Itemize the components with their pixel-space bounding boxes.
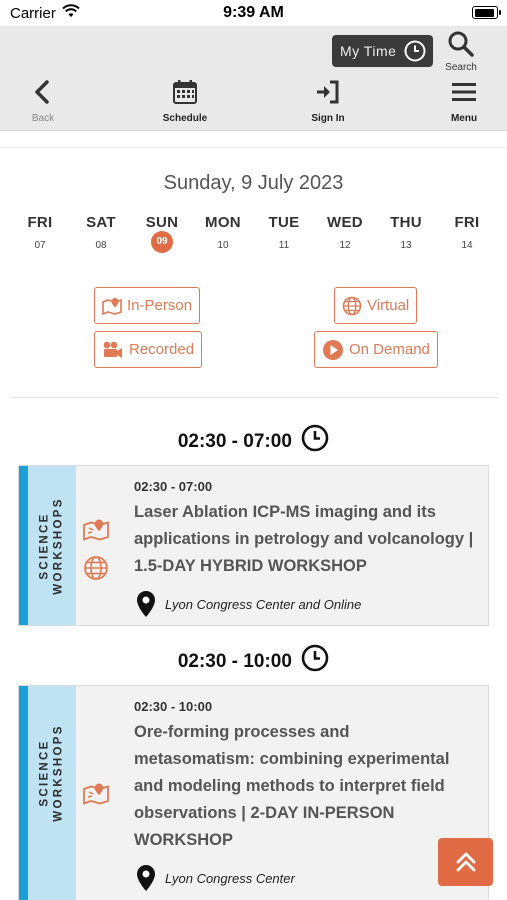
play-circle-icon (323, 339, 343, 360)
map-pin-icon (83, 519, 109, 541)
status-time: 9:39 AM (223, 4, 284, 21)
in-person-filter-button[interactable]: In-Person (94, 287, 201, 324)
day-sun-09-selected[interactable]: SUN 09 (137, 214, 187, 253)
chevron-left-icon (35, 80, 49, 104)
event-title[interactable]: Laser Ablation ICP-MS imaging and its ap… (134, 499, 486, 580)
date-title: Sunday, 9 July 2023 (163, 172, 344, 194)
search-icon (448, 31, 474, 57)
time-group-heading: 02:30 - 10:00 (0, 644, 507, 673)
back-label: Back (31, 113, 55, 124)
hamburger-icon (452, 83, 476, 101)
search-button[interactable]: Search (440, 30, 482, 73)
clock-icon (404, 40, 426, 62)
menu-label: Menu (450, 113, 478, 124)
day-fri-07[interactable]: FRI 07 (15, 214, 65, 257)
day-fri-14[interactable]: FRI 14 (442, 214, 492, 257)
event-card[interactable]: SCIENCE WORKSHOPS 02:30 - 07:00 Laser Ab… (18, 465, 489, 626)
app-header: My Time Search Back Schedule Sign In Men… (0, 26, 507, 131)
my-time-label: My Time (340, 43, 397, 59)
selected-day-badge: 09 (151, 231, 173, 253)
event-card[interactable]: SCIENCE WORKSHOPS 02:30 - 10:00 Ore-form… (18, 685, 489, 900)
map-pin-icon (102, 297, 122, 315)
sign-in-label: Sign In (311, 113, 345, 124)
on-demand-label: On Demand (349, 341, 430, 358)
event-location: Lyon Congress Center and Online (136, 590, 361, 618)
in-person-label: In-Person (127, 297, 193, 314)
track-color-bar (19, 466, 28, 625)
globe-icon (84, 556, 108, 580)
schedule-label: Schedule (162, 113, 208, 124)
map-pin-icon (83, 783, 109, 805)
track-label: SCIENCE WORKSHOPS (39, 496, 65, 595)
virtual-label: Virtual (367, 297, 410, 314)
battery-icon (472, 6, 501, 19)
filters-divider (10, 397, 498, 398)
day-thu-13[interactable]: THU 13 (381, 214, 431, 257)
back-button[interactable]: Back (8, 79, 78, 124)
sign-in-button[interactable]: Sign In (293, 79, 363, 124)
scroll-to-top-button[interactable] (438, 838, 493, 886)
status-bar: Carrier 9:39 AM (0, 0, 507, 26)
my-time-button[interactable]: My Time (332, 35, 433, 67)
track-color-bar (19, 686, 28, 900)
header-divider (0, 147, 507, 148)
video-camera-icon (103, 341, 122, 358)
calendar-icon (173, 80, 197, 104)
recorded-label: Recorded (129, 341, 195, 358)
event-location: Lyon Congress Center (136, 864, 295, 892)
event-title[interactable]: Ore-forming processes and metasomatism: … (134, 719, 486, 854)
double-chevron-up-icon (456, 852, 475, 872)
location-pin-icon (137, 591, 155, 617)
day-wed-12[interactable]: WED 12 (320, 214, 370, 257)
event-time: 02:30 - 10:00 (134, 699, 213, 714)
location-pin-icon (137, 865, 155, 891)
time-group-heading: 02:30 - 07:00 (0, 424, 507, 453)
day-mon-10[interactable]: MON 10 (198, 214, 248, 257)
search-label: Search (445, 62, 477, 73)
sign-in-icon (317, 80, 339, 104)
event-time: 02:30 - 07:00 (134, 479, 213, 494)
clock-icon (301, 424, 329, 452)
schedule-button[interactable]: Schedule (150, 79, 220, 124)
track-label: SCIENCE WORKSHOPS (39, 724, 65, 822)
recorded-filter-button[interactable]: Recorded (94, 331, 203, 368)
virtual-filter-button[interactable]: Virtual (334, 287, 418, 324)
menu-button[interactable]: Menu (429, 79, 499, 124)
clock-icon (301, 644, 329, 672)
day-sat-08[interactable]: SAT 08 (76, 214, 126, 257)
day-tue-11[interactable]: TUE 11 (259, 214, 309, 257)
globe-icon (342, 296, 362, 315)
on-demand-filter-button[interactable]: On Demand (314, 331, 438, 368)
